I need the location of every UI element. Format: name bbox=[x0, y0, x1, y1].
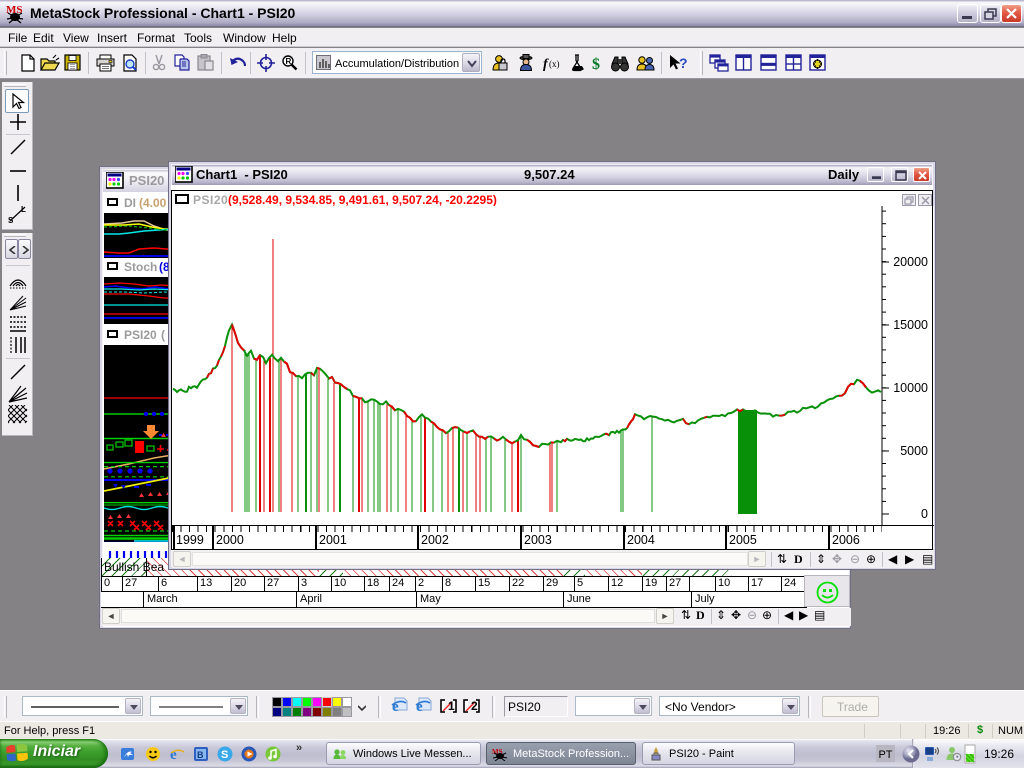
svg-text:R: R bbox=[286, 57, 292, 66]
svg-text:$: $ bbox=[592, 56, 600, 72]
svg-text:?: ? bbox=[679, 55, 688, 71]
svg-text:e: e bbox=[170, 747, 177, 762]
svg-text:0: 0 bbox=[921, 507, 928, 521]
svg-text:5000: 5000 bbox=[900, 444, 928, 458]
svg-text:(x): (x) bbox=[549, 59, 560, 69]
svg-text:1: 1 bbox=[448, 699, 455, 713]
svg-text:2: 2 bbox=[471, 699, 478, 713]
svg-text:S: S bbox=[8, 216, 14, 224]
svg-text:S: S bbox=[221, 749, 228, 761]
svg-text:20000: 20000 bbox=[893, 255, 928, 269]
svg-text:B: B bbox=[197, 750, 204, 760]
svg-text:10000: 10000 bbox=[893, 381, 928, 395]
svg-text:15000: 15000 bbox=[893, 318, 928, 332]
svg-text:L: L bbox=[21, 205, 26, 214]
